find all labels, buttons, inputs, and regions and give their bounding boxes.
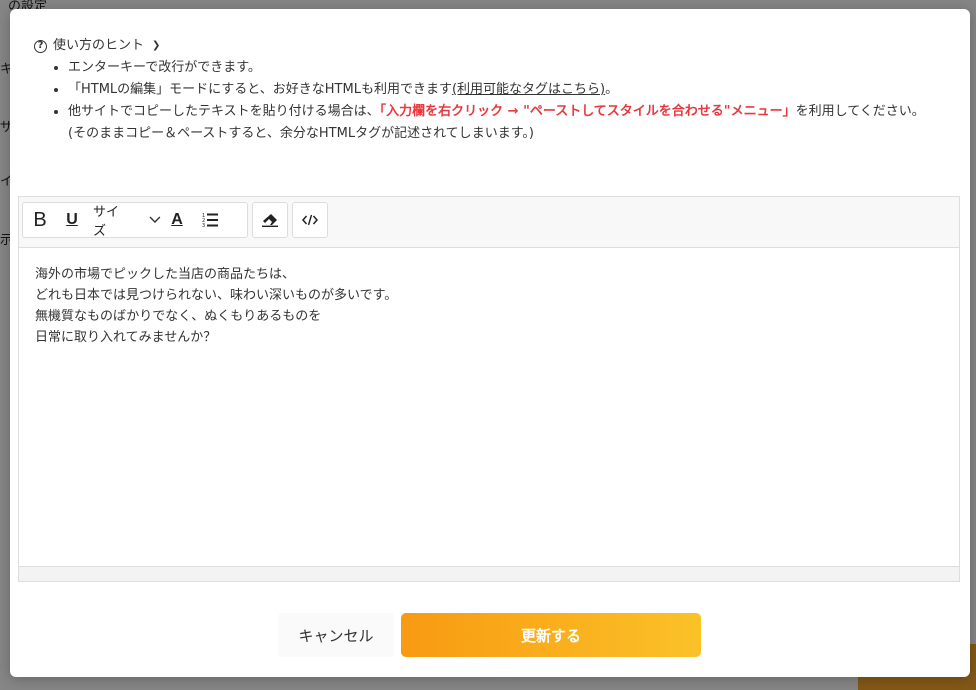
hint-text: 。 [605, 82, 619, 97]
hint-item: エンターキーで改行ができます。 [68, 57, 954, 79]
hint-text: 他サイトでコピーしたテキストを貼り付ける場合は、 [68, 104, 380, 119]
ordered-list-icon: 1 2 3 [202, 213, 218, 228]
editor-toolbar: B U サイズ A 1 2 3 [19, 197, 959, 248]
hints-list: エンターキーで改行ができます。 「HTMLの編集」モードにすると、お好きなHTM… [34, 57, 954, 145]
chevron-down-icon: ❯ [152, 40, 161, 51]
modal-footer: キャンセル 更新する [10, 613, 970, 657]
hint-text: を利用してください。 [795, 104, 925, 119]
hints-toggle-label: 使い方のヒント [53, 38, 145, 53]
font-size-dropdown[interactable]: サイズ [87, 203, 161, 239]
code-icon [293, 203, 327, 237]
hints-section: ? 使い方のヒント ❯ エンターキーで改行ができます。 「HTMLの編集」モード… [34, 35, 954, 145]
chevron-down-icon [149, 216, 161, 223]
hint-text: エンターキーで改行ができます。 [68, 60, 261, 75]
hint-text: 「HTMLの編集」モードにすると、お好きなHTMLも利用できます [68, 82, 452, 97]
update-button[interactable]: 更新する [401, 613, 701, 657]
editor-line: 日常に取り入れてみませんか？ [35, 330, 217, 345]
editor-line: 無機質なものばかりでなく、ぬくもりあるものを [35, 309, 322, 324]
hint-item: 他サイトでコピーしたテキストを貼り付ける場合は、「入力欄を右クリック → "ペー… [68, 101, 954, 145]
hint-emphasis: 「入力欄を右クリック → "ペーストしてスタイルを合わせる"メニュー」 [379, 104, 796, 119]
format-button-group: B U サイズ A 1 2 3 [22, 202, 248, 239]
clear-format-button[interactable] [252, 202, 288, 238]
available-tags-link[interactable]: (利用可能なタグはこちら) [452, 82, 605, 97]
font-size-label: サイズ [93, 205, 120, 239]
html-source-button[interactable] [292, 202, 328, 238]
rich-text-editor: B U サイズ A 1 2 3 海外の市場でピックした当店の商品たちは、 どれも… [18, 196, 960, 582]
hint-note: (そのままコピー＆ペーストすると、余分なHTMLタグが記述されてしまいます。) [68, 126, 534, 141]
edit-modal: ? 使い方のヒント ❯ エンターキーで改行ができます。 「HTMLの編集」モード… [10, 9, 970, 677]
bold-button[interactable]: B [23, 203, 57, 237]
hint-item: 「HTMLの編集」モードにすると、お好きなHTMLも利用できます(利用可能なタグ… [68, 79, 954, 101]
ordered-list-button[interactable]: 1 2 3 [193, 203, 227, 237]
underline-button[interactable]: U [57, 203, 87, 237]
text-color-button[interactable]: A [161, 203, 193, 237]
editor-line: どれも日本では見つけられない、味わい深いものが多いです。 [35, 288, 398, 303]
svg-text:3: 3 [202, 223, 205, 228]
editor-content-area[interactable]: 海外の市場でピックした当店の商品たちは、 どれも日本では見つけられない、味わい深… [19, 248, 959, 364]
editor-line: 海外の市場でピックした当店の商品たちは、 [35, 267, 296, 282]
cancel-button[interactable]: キャンセル [278, 613, 394, 657]
help-icon: ? [34, 39, 47, 53]
hints-toggle[interactable]: ? 使い方のヒント ❯ [34, 35, 954, 57]
editor-resize-bar[interactable] [19, 566, 959, 581]
eraser-icon [253, 203, 287, 237]
